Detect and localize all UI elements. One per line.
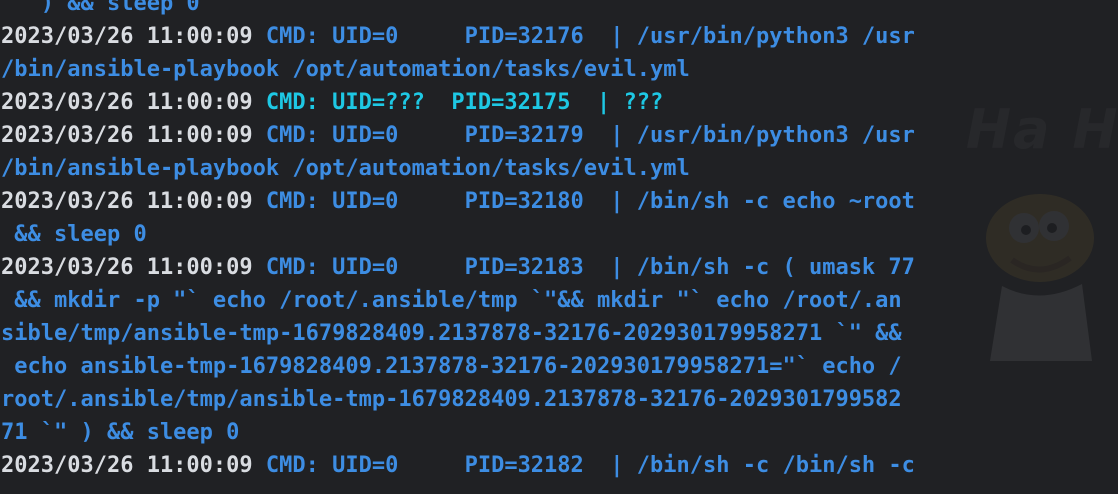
line-timestamp: 2023/03/26 11:00:09 xyxy=(1,90,266,115)
line-continuation: echo ansible-tmp-1679828409.2137878-3217… xyxy=(1,354,902,379)
terminal-line: && mkdir -p "` echo /root/.ansible/tmp `… xyxy=(1,284,915,317)
line-timestamp: 2023/03/26 11:00:09 xyxy=(1,123,266,148)
line-continuation: /bin/ansible-playbook /opt/automation/ta… xyxy=(1,156,690,181)
line-command: CMD: UID=0 PID=32183 | /bin/sh -c ( umas… xyxy=(265,255,915,280)
terminal-line: && sleep 0 xyxy=(1,218,915,251)
line-command: CMD: UID=0 PID=32176 | /usr/bin/python3 … xyxy=(265,24,915,49)
line-timestamp: 2023/03/26 11:00:09 xyxy=(1,24,266,49)
terminal-line: 2023/03/26 11:00:09 CMD: UID=0 PID=32182… xyxy=(1,449,915,482)
line-timestamp: 2023/03/26 11:00:09 xyxy=(1,189,266,214)
terminal-line: /bin/ansible-playbook /opt/automation/ta… xyxy=(1,53,915,86)
line-continuation: && sleep 0 xyxy=(1,222,147,247)
terminal-line: /bin/ansible-playbook /opt/automation/ta… xyxy=(1,152,915,185)
line-continuation: && mkdir -p "` echo /root/.ansible/tmp `… xyxy=(1,288,902,313)
terminal-line: 2023/03/26 11:00:09 CMD: UID=0 PID=32180… xyxy=(1,185,915,218)
line-timestamp: 2023/03/26 11:00:09 xyxy=(1,453,266,478)
line-continuation: root/.ansible/tmp/ansible-tmp-1679828409… xyxy=(1,387,902,412)
cartoon-watermark-icon xyxy=(986,194,1094,361)
line-command: CMD: UID=0 PID=32182 | /bin/sh -c /bin/s… xyxy=(265,453,915,478)
line-continuation: 71 `" ) && sleep 0 xyxy=(1,420,240,445)
terminal-line: 2023/03/26 11:00:09 CMD: UID=0 PID=32179… xyxy=(1,119,915,152)
terminal-line: root/.ansible/tmp/ansible-tmp-1679828409… xyxy=(1,383,915,416)
line-timestamp: 2023/03/26 11:00:09 xyxy=(1,255,266,280)
line-continuation: /bin/ansible-playbook /opt/automation/ta… xyxy=(1,57,690,82)
line-command: CMD: UID=??? PID=32175 | ??? xyxy=(265,90,664,115)
terminal-line: echo ansible-tmp-1679828409.2137878-3217… xyxy=(1,350,915,383)
terminal-window[interactable]: Ha Ha `" ) && sleep 0 2023/03/26 11:00:0… xyxy=(0,0,1118,494)
line-continuation: sible/tmp/ansible-tmp-1679828409.2137878… xyxy=(1,321,902,346)
terminal-line: 2023/03/26 11:00:09 CMD: UID=0 PID=32183… xyxy=(1,251,915,284)
terminal-line: 2023/03/26 11:00:09 CMD: UID=0 PID=32176… xyxy=(1,20,915,53)
line-continuation: `" ) && sleep 0 xyxy=(1,0,200,16)
line-command: CMD: UID=0 PID=32180 | /bin/sh -c echo ~… xyxy=(265,189,915,214)
watermark-text: Ha Ha xyxy=(966,98,1118,161)
terminal-output: `" ) && sleep 0 2023/03/26 11:00:09 CMD:… xyxy=(1,0,915,482)
terminal-line: `" ) && sleep 0 xyxy=(1,0,915,20)
terminal-line: 71 `" ) && sleep 0 xyxy=(1,416,915,449)
terminal-line: sible/tmp/ansible-tmp-1679828409.2137878… xyxy=(1,317,915,350)
line-command: CMD: UID=0 PID=32179 | /usr/bin/python3 … xyxy=(265,123,915,148)
terminal-line: 2023/03/26 11:00:09 CMD: UID=??? PID=321… xyxy=(1,86,915,119)
